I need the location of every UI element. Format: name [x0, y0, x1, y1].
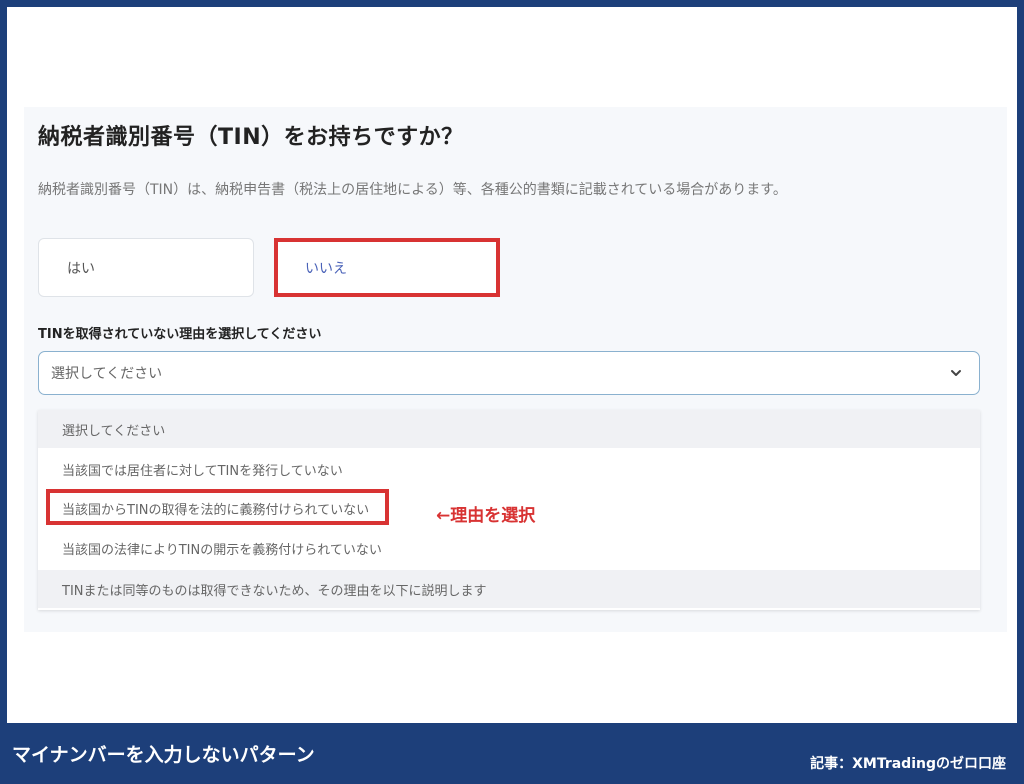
yes-option-label: はい [67, 260, 95, 277]
no-option-label: いいえ [305, 260, 347, 277]
dropdown-option-explain[interactable]: TINまたは同等のものは取得できないため、その理由を以下に説明します [38, 570, 980, 608]
dropdown-option-not-issued[interactable]: 当該国では居住者に対してTINを発行していない [38, 450, 980, 488]
reason-select-value: 選択してください [51, 366, 163, 382]
page-title: 納税者識別番号（TIN）をお持ちですか？ [38, 125, 464, 150]
reason-select-label: TINを取得されていない理由を選択してください [38, 327, 322, 342]
footer-source: 記事：XMTradingのゼロ口座 [810, 756, 1006, 772]
reason-dropdown-menu: 選択してください 当該国では居住者に対してTINを発行していない 当該国からTI… [38, 410, 980, 610]
reason-select[interactable]: 選択してください [38, 351, 980, 395]
screenshot-frame: 納税者識別番号（TIN）をお持ちですか？ 納税者識別番号（TIN）は、納税申告書… [7, 7, 1017, 723]
dropdown-option-disclosure-not-required[interactable]: 当該国の法律によりTINの開示を義務付けられていない [38, 529, 980, 567]
chevron-down-icon [947, 364, 965, 382]
tin-description: 納税者識別番号（TIN）は、納税申告書（税法上の居住地による）等、各種公的書類に… [38, 182, 787, 198]
no-option-button[interactable]: いいえ [274, 238, 500, 297]
tin-form-panel: 納税者識別番号（TIN）をお持ちですか？ 納税者識別番号（TIN）は、納税申告書… [24, 107, 1007, 632]
footer-caption: マイナンバーを入力しないパターン [12, 744, 315, 766]
annotation-note: ←理由を選択 [436, 506, 536, 526]
dropdown-option-placeholder[interactable]: 選択してください [38, 410, 980, 448]
yes-option-button[interactable]: はい [38, 238, 254, 297]
